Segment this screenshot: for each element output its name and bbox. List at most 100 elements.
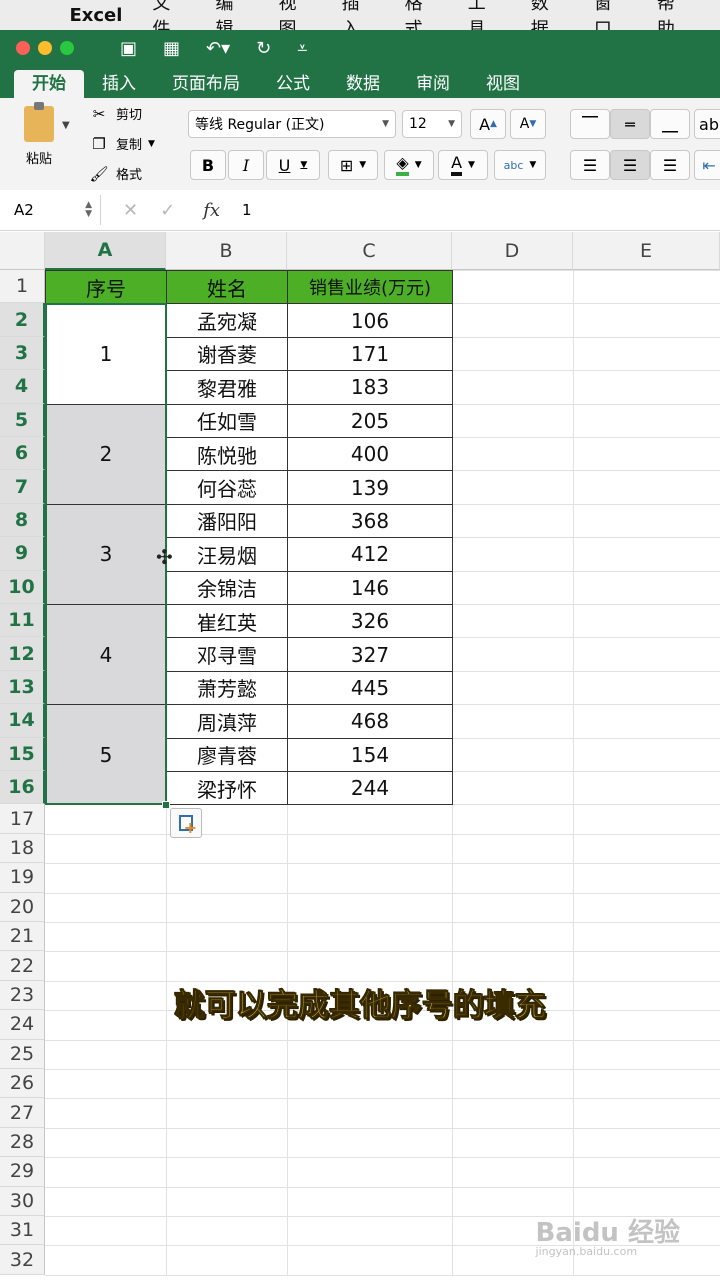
format-painter-button[interactable]: 🖌 格式: [88, 164, 142, 184]
column-header-c[interactable]: C: [287, 232, 452, 270]
redo-icon[interactable]: ↻: [256, 38, 271, 59]
sales-cell[interactable]: 445: [287, 670, 453, 706]
sales-cell[interactable]: 468: [287, 704, 453, 739]
name-cell[interactable]: 崔红英: [166, 604, 288, 639]
cut-button[interactable]: ✂ 剪切: [88, 104, 142, 124]
phonetic-button[interactable]: abc ▼: [494, 150, 546, 180]
name-cell[interactable]: 萧芳懿: [166, 670, 288, 706]
name-cell[interactable]: 黎君雅: [166, 370, 288, 405]
name-cell[interactable]: 廖青蓉: [166, 737, 288, 772]
column-header-e[interactable]: E: [573, 232, 720, 270]
app-menu[interactable]: Excel: [69, 5, 122, 26]
column-header-b[interactable]: B: [166, 232, 287, 270]
fill-color-button[interactable]: ◈ ▼: [384, 150, 434, 180]
row-header-18[interactable]: 18: [0, 833, 45, 864]
copy-button[interactable]: ❐ 复制 ▼: [88, 134, 155, 154]
name-cell[interactable]: 梁抒怀: [166, 771, 288, 806]
align-left-button[interactable]: ☰: [570, 150, 610, 180]
sales-cell[interactable]: 106: [287, 303, 453, 338]
customize-toolbar-icon[interactable]: ⩡: [297, 38, 307, 59]
row-header-17[interactable]: 17: [0, 804, 45, 834]
cancel-icon[interactable]: ✕: [123, 200, 138, 221]
align-bottom-button[interactable]: ⎽: [650, 109, 690, 139]
close-window-button[interactable]: [16, 41, 30, 55]
row-header-6[interactable]: 6: [0, 437, 45, 471]
name-cell[interactable]: 陈悦驰: [166, 437, 288, 472]
font-name-select[interactable]: 等线 Regular (正文) ▼: [188, 110, 396, 138]
minimize-window-button[interactable]: [38, 41, 52, 55]
copy-chevron-icon[interactable]: ▼: [148, 139, 155, 149]
row-header-15[interactable]: 15: [0, 737, 45, 771]
decrease-font-button[interactable]: A ▼: [510, 109, 546, 139]
table-header-cell[interactable]: 序号: [45, 270, 167, 305]
row-header-5[interactable]: 5: [0, 403, 45, 437]
increase-font-button[interactable]: A ▲: [470, 109, 506, 139]
row-header-13[interactable]: 13: [0, 670, 45, 705]
bold-button[interactable]: B: [190, 150, 226, 180]
row-header-16[interactable]: 16: [0, 771, 45, 805]
column-header-a[interactable]: A: [45, 232, 166, 270]
underline-button[interactable]: U ▼: [266, 150, 320, 180]
name-cell[interactable]: 余锦洁: [166, 570, 288, 605]
row-header-25[interactable]: 25: [0, 1039, 45, 1069]
insert-function-button[interactable]: fx: [203, 200, 220, 221]
tab-view[interactable]: 视图: [468, 70, 538, 98]
merged-sequence-cell[interactable]: 3: [45, 503, 167, 605]
undo-icon[interactable]: ↶▾: [206, 38, 230, 59]
font-color-button[interactable]: A ▼: [438, 150, 488, 180]
tab-data[interactable]: 数据: [328, 70, 398, 98]
save-icon[interactable]: ▦: [163, 38, 180, 59]
row-header-1[interactable]: 1: [0, 270, 45, 304]
name-cell[interactable]: 潘阳阳: [166, 503, 288, 539]
orientation-button[interactable]: ab: [694, 109, 720, 139]
sales-cell[interactable]: 412: [287, 537, 453, 572]
align-middle-button[interactable]: ═: [610, 109, 650, 139]
name-box-stepper-icon[interactable]: ▲ ▼: [85, 201, 92, 219]
row-header-28[interactable]: 28: [0, 1127, 45, 1158]
row-header-29[interactable]: 29: [0, 1157, 45, 1187]
sales-cell[interactable]: 244: [287, 771, 453, 806]
sales-cell[interactable]: 205: [287, 403, 453, 438]
row-header-9[interactable]: 9: [0, 537, 45, 571]
tab-formulas[interactable]: 公式: [258, 70, 328, 98]
sales-cell[interactable]: 327: [287, 637, 453, 672]
row-header-20[interactable]: 20: [0, 892, 45, 922]
row-header-4[interactable]: 4: [0, 370, 45, 404]
table-header-cell[interactable]: 姓名: [166, 270, 288, 305]
formula-input[interactable]: 1: [242, 201, 252, 219]
merged-sequence-cell[interactable]: 1: [45, 303, 167, 405]
merged-sequence-cell[interactable]: 2: [45, 403, 167, 505]
paste-options-chevron-icon[interactable]: ▼: [62, 120, 70, 131]
row-header-11[interactable]: 11: [0, 604, 45, 638]
name-cell[interactable]: 邓寻雪: [166, 637, 288, 672]
sidebar-toggle-icon[interactable]: ▣: [120, 38, 137, 59]
column-header-d[interactable]: D: [452, 232, 573, 270]
sales-cell[interactable]: 146: [287, 570, 453, 605]
tab-page-layout[interactable]: 页面布局: [154, 70, 258, 98]
sales-cell[interactable]: 139: [287, 470, 453, 505]
name-cell[interactable]: 汪易烟: [166, 537, 288, 572]
zoom-window-button[interactable]: [60, 41, 74, 55]
row-header-32[interactable]: 32: [0, 1245, 45, 1275]
name-cell[interactable]: 谢香菱: [166, 336, 288, 372]
font-size-select[interactable]: 12 ▼: [402, 110, 462, 138]
sales-cell[interactable]: 171: [287, 336, 453, 372]
italic-button[interactable]: I: [228, 150, 264, 180]
name-cell[interactable]: 孟宛凝: [166, 303, 288, 338]
tab-insert[interactable]: 插入: [84, 70, 154, 98]
name-box[interactable]: A2 ▲ ▼: [0, 201, 100, 220]
align-top-button[interactable]: ⎺: [570, 109, 610, 139]
name-cell[interactable]: 何谷蕊: [166, 470, 288, 505]
decrease-indent-button[interactable]: ⇤: [694, 150, 720, 180]
row-header-26[interactable]: 26: [0, 1069, 45, 1099]
row-header-7[interactable]: 7: [0, 470, 45, 504]
sales-cell[interactable]: 154: [287, 737, 453, 772]
select-all-corner[interactable]: [0, 232, 45, 270]
borders-button[interactable]: ⊞ ▼: [328, 150, 378, 180]
autofill-options-button[interactable]: +: [170, 808, 202, 839]
sales-cell[interactable]: 183: [287, 370, 453, 405]
paste-button[interactable]: 粘贴: [14, 102, 64, 167]
sales-cell[interactable]: 368: [287, 503, 453, 539]
name-cell[interactable]: 周滇萍: [166, 704, 288, 739]
row-header-27[interactable]: 27: [0, 1098, 45, 1128]
